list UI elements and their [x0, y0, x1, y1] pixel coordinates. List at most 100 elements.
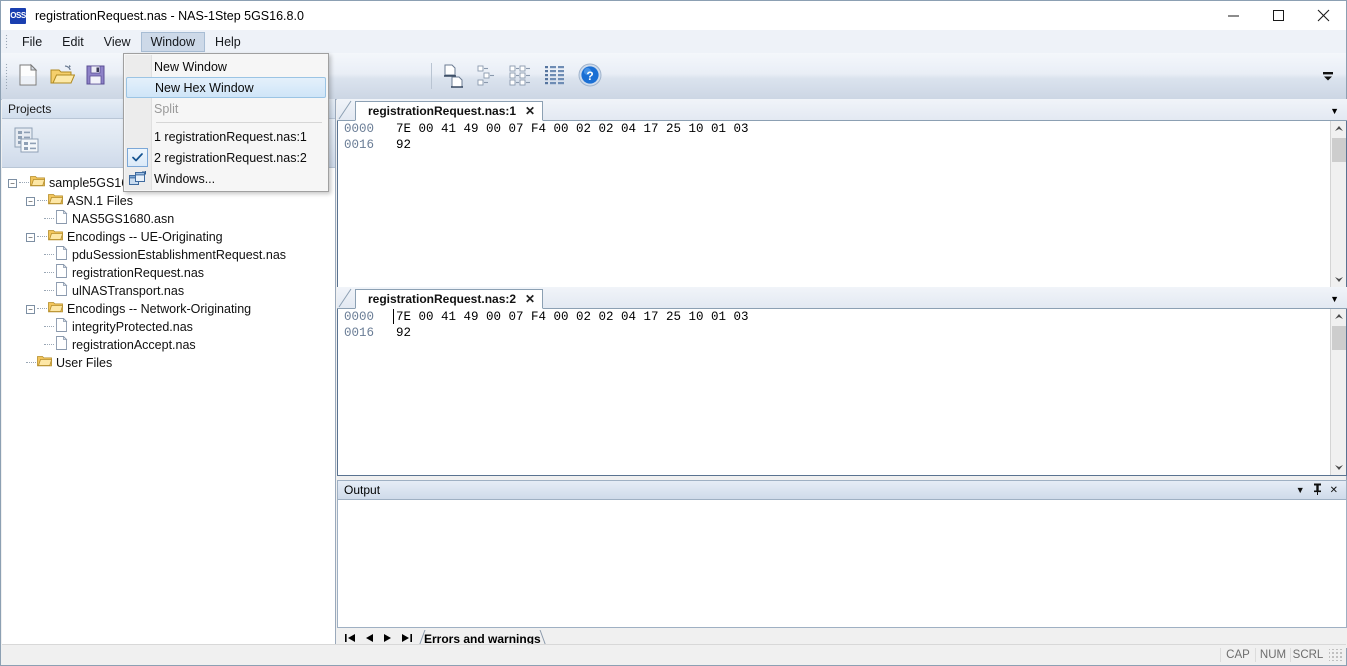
tree-item-label: integrityProtected.nas — [72, 320, 193, 334]
title-bar: OSS registrationRequest.nas - NAS-1Step … — [1, 1, 1346, 30]
menubar-grip[interactable] — [5, 34, 8, 49]
tree-view-expanded-icon — [509, 62, 535, 91]
vertical-scrollbar-2[interactable] — [1330, 309, 1346, 475]
scroll-down-icon[interactable] — [1331, 459, 1346, 475]
expander-icon[interactable]: − — [26, 196, 35, 206]
hex-row: 0000 7E 00 41 49 00 07 F4 00 02 02 04 17… — [338, 309, 1346, 325]
tree-connector — [37, 236, 47, 238]
hex-content-2[interactable]: 0000 7E 00 41 49 00 07 F4 00 02 02 04 17… — [337, 309, 1347, 476]
compare-documents-button[interactable] — [437, 59, 471, 93]
hex-offset: 0000 — [344, 310, 375, 324]
tree-connector — [37, 200, 47, 202]
close-icon[interactable]: ✕ — [525, 292, 535, 306]
grid-view-button[interactable] — [539, 59, 573, 93]
folder-icon — [37, 354, 53, 372]
tree-item-label: registrationRequest.nas — [72, 266, 205, 280]
app-icon: OSS — [10, 7, 26, 24]
output-header-icons: ▼ ✕ — [1296, 483, 1346, 498]
tree-item-registrationrequest-nas[interactable]: registrationRequest.nas — [2, 263, 335, 283]
menu-edit[interactable]: Edit — [52, 32, 94, 52]
menu-item-window-2[interactable]: 2 registrationRequest.nas:2 — [124, 147, 328, 168]
tree-item-encodings-network-originating[interactable]: − Encodings -- Network-Originating — [2, 300, 335, 318]
tree-view-expanded-button[interactable] — [505, 59, 539, 93]
menu-file[interactable]: File — [12, 32, 52, 52]
tree-item-ulnastransport-nas[interactable]: ulNASTransport.nas — [2, 281, 335, 301]
editor-tab-registrationrequest-1[interactable]: registrationRequest.nas:1 ✕ — [355, 101, 544, 121]
hex-offset: 0016 — [344, 326, 375, 340]
status-indicator-scrl: SCRL — [1290, 647, 1325, 662]
tree-item-registrationaccept-nas[interactable]: registrationAccept.nas — [2, 335, 335, 355]
expander-icon[interactable]: − — [26, 304, 35, 314]
tree-item-encodings-ue-originating[interactable]: − Encodings -- UE-Originating — [2, 228, 335, 246]
tree-item-label: NAS5GS1680.asn — [72, 212, 175, 226]
tree-item-integrityprotected-nas[interactable]: integrityProtected.nas — [2, 317, 335, 337]
expander-icon[interactable]: − — [26, 232, 35, 242]
window-title: registrationRequest.nas - NAS-1Step 5GS1… — [35, 8, 304, 23]
tabstrip-dropdown-icon[interactable]: ▼ — [1330, 294, 1339, 304]
menu-item-new-window[interactable]: New Window — [124, 56, 328, 77]
editor-tab-registrationrequest-2[interactable]: registrationRequest.nas:2 ✕ — [355, 289, 544, 309]
chevron-down-icon[interactable]: ▼ — [1296, 485, 1305, 495]
save-button[interactable] — [79, 59, 113, 93]
projects-panel-title: Projects — [8, 101, 52, 116]
tree-view-button[interactable] — [471, 59, 505, 93]
menu-bar: File Edit View Window Help — [1, 30, 1346, 54]
toolbar-overflow-button[interactable] — [1320, 68, 1336, 84]
resize-grip[interactable] — [1329, 648, 1343, 661]
menu-window[interactable]: Window — [140, 31, 206, 52]
folder-icon — [48, 300, 64, 318]
editor-tab-label: registrationRequest.nas:2 — [368, 292, 517, 306]
scroll-down-icon[interactable] — [1331, 271, 1346, 287]
menu-item-new-hex-window[interactable]: New Hex Window — [126, 77, 326, 98]
file-icon — [55, 335, 68, 355]
output-panel-body[interactable] — [337, 499, 1347, 628]
close-icon[interactable]: ✕ — [525, 104, 535, 118]
project-list-icon[interactable] — [10, 125, 46, 162]
file-icon — [55, 317, 68, 337]
toolbar-grip[interactable] — [5, 63, 8, 89]
menu-view[interactable]: View — [94, 32, 141, 52]
tree-item-pdusessionestablishmentrequest-nas[interactable]: pduSessionEstablishmentRequest.nas — [2, 245, 335, 264]
pin-icon[interactable] — [1313, 483, 1322, 498]
tree-item-label: ASN.1 Files — [67, 194, 133, 208]
menu-item-label: Windows... — [154, 171, 216, 186]
file-icon — [55, 263, 68, 283]
new-document-button[interactable] — [11, 59, 45, 93]
output-panel-title: Output — [344, 483, 381, 497]
file-icon — [55, 209, 68, 229]
close-icon[interactable]: ✕ — [1330, 485, 1338, 496]
open-folder-button[interactable] — [45, 59, 79, 93]
minimize-button[interactable] — [1211, 1, 1256, 30]
tree-item-asn1-files[interactable]: − ASN.1 Files — [2, 192, 335, 210]
tree-item-label: Encodings -- UE-Originating — [67, 230, 223, 244]
vertical-scrollbar-1[interactable] — [1330, 121, 1346, 287]
hex-editor-pane-1: registrationRequest.nas:1 ✕ ▼ 0000 7E 00… — [337, 99, 1347, 288]
output-panel: Output ▼ ✕ — [337, 480, 1347, 628]
expander-icon[interactable]: − — [8, 178, 17, 188]
text-caret — [393, 309, 394, 324]
open-folder-icon — [49, 62, 76, 91]
help-button[interactable]: ? — [573, 59, 607, 93]
tree-item-nas5gs1680-asn[interactable]: NAS5GS1680.asn — [2, 209, 335, 229]
menu-item-windows-dialog[interactable]: Windows... — [124, 168, 328, 189]
scroll-up-icon[interactable] — [1331, 121, 1346, 137]
tree-item-user-files[interactable]: User Files — [2, 354, 335, 372]
hex-content-1[interactable]: 0000 7E 00 41 49 00 07 F4 00 02 02 04 17… — [337, 121, 1347, 288]
window-menu-dropdown: New Window New Hex Window Split 1 regist… — [123, 53, 329, 192]
scroll-up-icon[interactable] — [1331, 309, 1346, 325]
menu-help[interactable]: Help — [205, 32, 251, 52]
maximize-button[interactable] — [1256, 1, 1301, 30]
scrollbar-thumb[interactable] — [1332, 326, 1346, 350]
toolbar-overflow-icon — [1323, 72, 1333, 81]
hex-editor-pane-2: registrationRequest.nas:2 ✕ ▼ 0000 7E 00… — [337, 287, 1347, 476]
close-button[interactable] — [1301, 1, 1346, 30]
toolbar-separator-1 — [431, 63, 432, 89]
tabstrip-dropdown-icon[interactable]: ▼ — [1330, 106, 1339, 116]
scrollbar-thumb[interactable] — [1332, 138, 1346, 162]
file-icon — [55, 281, 68, 301]
menu-item-window-1[interactable]: 1 registrationRequest.nas:1 — [124, 126, 328, 147]
tree-view-icon — [475, 62, 501, 91]
tabstrip-lead — [337, 99, 355, 120]
help-icon: ? — [577, 62, 603, 91]
status-indicator-cap: CAP — [1220, 647, 1255, 662]
